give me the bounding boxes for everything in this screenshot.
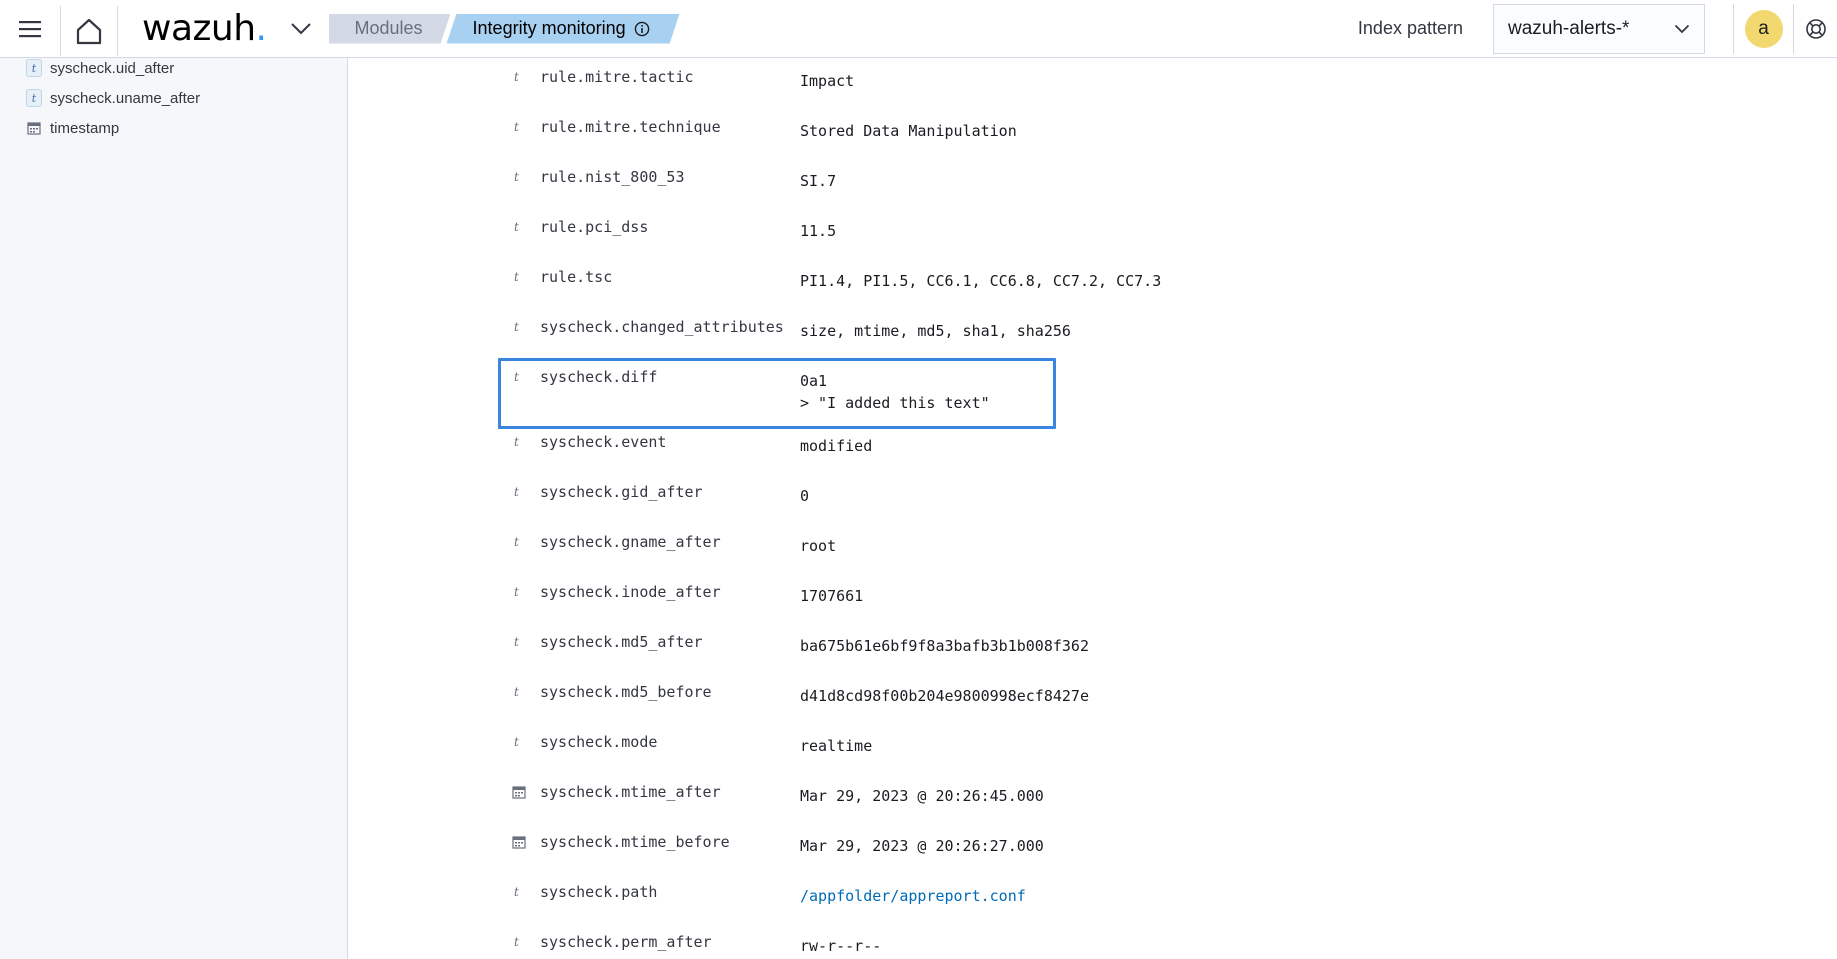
calendar-icon	[26, 119, 42, 137]
field-name: syscheck.changed_attributes	[540, 318, 784, 336]
field-name: rule.nist_800_53	[540, 168, 685, 186]
logo-dot: .	[255, 8, 267, 49]
field-sidebar: t syscheck.uid_after t syscheck.uname_af…	[0, 58, 348, 959]
chevron-down-icon	[1674, 24, 1690, 33]
string-type-icon: t	[514, 585, 519, 599]
string-type-icon: t	[26, 89, 42, 107]
field-name: rule.tsc	[540, 268, 613, 286]
field-value: realtime	[800, 737, 873, 755]
string-type-icon: t	[514, 435, 519, 449]
field-value: Impact	[800, 72, 855, 90]
string-type-icon: t	[514, 120, 519, 134]
field-name: syscheck.perm_after	[540, 933, 712, 951]
info-icon[interactable]	[634, 21, 650, 37]
top-header: wazuh. Modules Integrity monitoring Inde…	[0, 0, 1837, 58]
field-name: syscheck.event	[540, 433, 667, 451]
sidebar-field-uname-after[interactable]: t syscheck.uname_after	[26, 88, 200, 108]
field-value: 0a1 > "I added this text"	[800, 372, 990, 412]
sidebar-field-label: timestamp	[50, 119, 120, 137]
string-type-icon: t	[514, 635, 519, 649]
field-value: 0	[800, 487, 810, 505]
home-icon	[76, 18, 102, 44]
string-type-icon: t	[514, 935, 519, 949]
field-name: syscheck.md5_after	[540, 633, 703, 651]
breadcrumb-modules-label: Modules	[354, 18, 423, 38]
field-name: rule.mitre.technique	[540, 118, 721, 136]
string-type-icon: t	[514, 320, 519, 334]
string-type-icon: t	[514, 170, 519, 184]
field-value: SI.7	[800, 172, 837, 190]
string-type-icon: t	[514, 735, 519, 749]
menu-button[interactable]	[0, 0, 60, 58]
field-value: 1707661	[800, 587, 864, 605]
field-value: 11.5	[800, 222, 837, 240]
field-value-link[interactable]: /appfolder/appreport.conf	[800, 885, 1026, 907]
sidebar-field-timestamp[interactable]: timestamp	[26, 118, 119, 138]
index-pattern-select[interactable]: wazuh-alerts-*	[1493, 3, 1705, 54]
field-name: rule.pci_dss	[540, 218, 649, 236]
string-type-icon: t	[514, 685, 519, 699]
field-value: d41d8cd98f00b204e9800998ecf8427e	[800, 687, 1089, 705]
string-type-icon: t	[514, 535, 519, 549]
user-menu-button[interactable]: a	[1733, 3, 1793, 54]
calendar-icon	[512, 785, 526, 803]
field-name: syscheck.inode_after	[540, 583, 721, 601]
field-value: Mar 29, 2023 @ 20:26:45.000	[800, 787, 1044, 805]
avatar-initial: a	[1758, 17, 1769, 39]
field-value: rw-r--r--	[800, 937, 882, 955]
field-value: Mar 29, 2023 @ 20:26:27.000	[800, 837, 1044, 855]
help-lifebuoy-icon	[1805, 18, 1826, 39]
sidebar-field-label: syscheck.uname_after	[50, 89, 201, 107]
index-pattern-label: Index pattern	[1357, 18, 1463, 38]
breadcrumb-current-label: Integrity monitoring	[472, 18, 626, 38]
chevron-down-icon	[290, 22, 311, 34]
field-name: syscheck.mtime_after	[540, 783, 721, 801]
logo-text: wazuh	[142, 8, 256, 49]
field-value: Stored Data Manipulation	[800, 122, 1017, 140]
field-name: syscheck.mode	[540, 733, 658, 751]
breadcrumb-modules[interactable]: Modules	[329, 14, 451, 44]
hamburger-icon	[19, 20, 41, 37]
field-name: syscheck.mtime_before	[540, 833, 730, 851]
string-type-icon: t	[514, 270, 519, 284]
string-type-icon: t	[514, 370, 519, 384]
string-type-icon: t	[514, 885, 519, 899]
app-menu-toggle[interactable]	[281, 0, 321, 58]
string-type-icon: t	[514, 485, 519, 499]
field-name: syscheck.path	[540, 883, 658, 901]
field-value: size, mtime, md5, sha1, sha256	[800, 322, 1071, 340]
breadcrumb: Modules Integrity monitoring	[327, 0, 680, 58]
field-name: syscheck.gname_after	[540, 533, 721, 551]
index-pattern-value: wazuh-alerts-*	[1508, 17, 1630, 39]
field-name: syscheck.gid_after	[540, 483, 703, 501]
wazuh-logo[interactable]: wazuh.	[142, 8, 267, 49]
sidebar-field-uid-after[interactable]: t syscheck.uid_after	[26, 58, 174, 78]
string-type-icon: t	[514, 70, 519, 84]
document-details: t rule.mitre.tactic Impact t rule.mitre.…	[349, 58, 1837, 959]
string-type-icon: t	[514, 220, 519, 234]
field-value: modified	[800, 437, 873, 455]
sidebar-field-label: syscheck.uid_after	[50, 59, 175, 77]
field-name: syscheck.diff	[540, 368, 658, 386]
string-type-icon: t	[26, 59, 42, 77]
home-button[interactable]	[60, 5, 118, 56]
breadcrumb-integrity-monitoring[interactable]: Integrity monitoring	[447, 14, 680, 44]
help-button[interactable]	[1793, 3, 1837, 54]
calendar-icon	[512, 835, 526, 853]
field-value: ba675b61e6bf9f8a3bafb3b1b008f362	[800, 637, 1089, 655]
field-value: root	[800, 537, 837, 555]
field-name: syscheck.md5_before	[540, 683, 712, 701]
field-value: PI1.4, PI1.5, CC6.1, CC6.8, CC7.2, CC7.3	[800, 272, 1162, 290]
field-name: rule.mitre.tactic	[540, 68, 694, 86]
avatar: a	[1744, 9, 1783, 48]
